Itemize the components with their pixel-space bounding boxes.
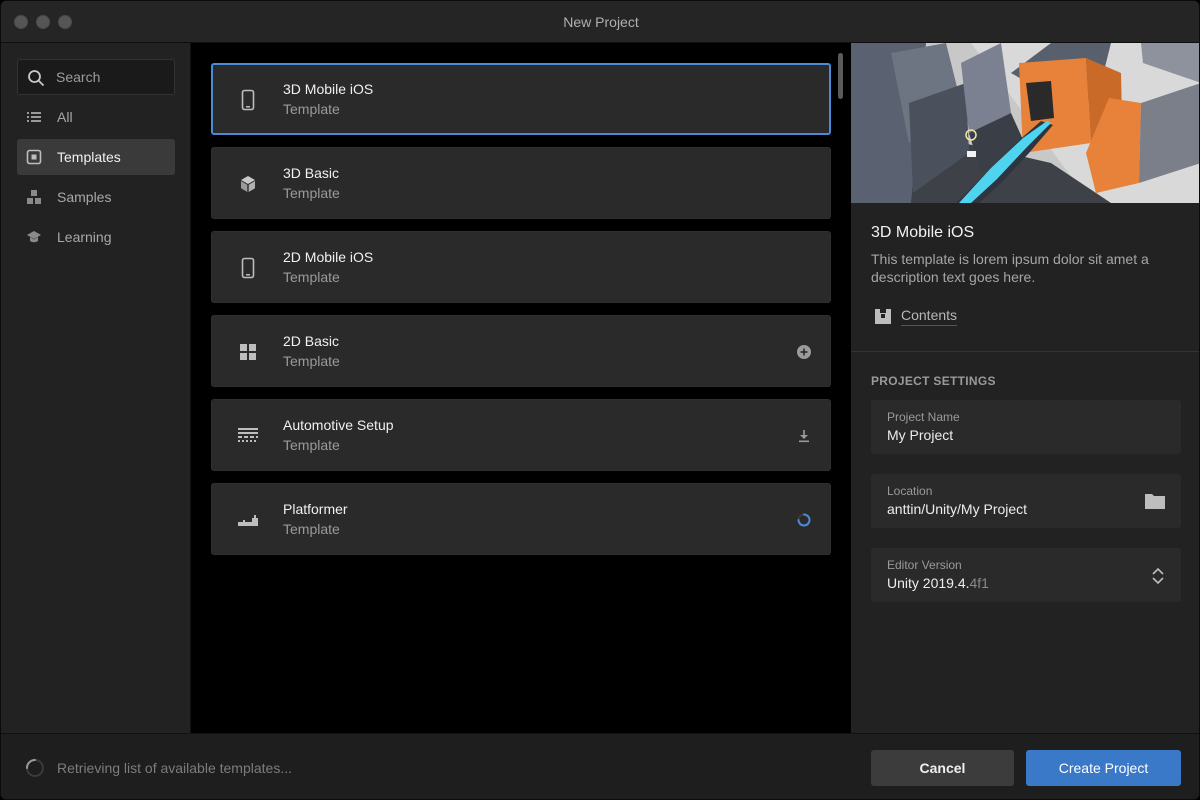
- create-project-button[interactable]: Create Project: [1026, 750, 1181, 786]
- cube-icon: [241, 176, 255, 192]
- download-icon[interactable]: [796, 428, 812, 444]
- sidebar-item-label: Templates: [57, 149, 121, 165]
- template-name: 2D Basic: [283, 333, 340, 349]
- template-type: Template: [283, 353, 340, 369]
- location-field[interactable]: Location anttin/Unity/My Project: [871, 474, 1181, 528]
- template-card-automotive-setup[interactable]: Automotive Setup Template: [211, 399, 831, 471]
- samples-icon: [27, 190, 41, 204]
- sidebar-item-label: Samples: [57, 189, 112, 205]
- search-box[interactable]: [17, 59, 175, 95]
- template-card-2d-basic[interactable]: 2D Basic Template: [211, 315, 831, 387]
- template-card-2d-mobile-ios[interactable]: 2D Mobile iOS Template: [211, 231, 831, 303]
- template-name: Automotive Setup: [283, 417, 394, 433]
- template-type: Template: [283, 269, 340, 285]
- editor-version-value: Unity 2019.4.4f1: [887, 575, 989, 591]
- project-name-field[interactable]: Project Name My Project: [871, 400, 1181, 454]
- divider: [851, 351, 1199, 352]
- contents-label: Contents: [901, 307, 958, 326]
- editor-version-select[interactable]: Editor Version Unity 2019.4.4f1: [871, 548, 1181, 602]
- location-label: Location: [887, 484, 933, 498]
- sidebar-item-all[interactable]: All: [17, 99, 175, 135]
- status-text: Retrieving list of available templates..…: [57, 760, 292, 776]
- search-input[interactable]: [56, 67, 166, 87]
- template-icon: [26, 149, 42, 165]
- editor-version-label: Editor Version: [887, 558, 962, 572]
- sidebar-item-label: Learning: [57, 229, 112, 245]
- sidebar-item-templates[interactable]: Templates: [17, 139, 175, 175]
- template-name: 2D Mobile iOS: [283, 249, 374, 265]
- sidebar: All Templates Samples Learning: [1, 43, 191, 733]
- window-title: New Project: [563, 14, 639, 30]
- template-name: 3D Basic: [283, 165, 340, 181]
- sidebar-item-samples[interactable]: Samples: [17, 179, 175, 215]
- template-list[interactable]: 3D Mobile iOS Template 3D Basic Template…: [191, 43, 851, 733]
- template-name: 3D Mobile iOS: [283, 81, 374, 97]
- template-detail-panel: 3D Mobile iOS This template is lorem ips…: [851, 43, 1199, 733]
- project-name-value[interactable]: My Project: [887, 427, 953, 443]
- new-project-window: New Project All Templates Samples Learni…: [0, 0, 1200, 800]
- chevron-up-down-icon[interactable]: [1151, 566, 1165, 586]
- phone-icon: [241, 89, 255, 111]
- loading-spinner-icon: [797, 513, 811, 527]
- project-name-label: Project Name: [887, 410, 960, 424]
- template-type: Template: [283, 521, 340, 537]
- template-card-3d-basic[interactable]: 3D Basic Template: [211, 147, 831, 219]
- package-icon: [875, 309, 891, 324]
- project-settings-heading: PROJECT SETTINGS: [871, 374, 996, 388]
- location-value[interactable]: anttin/Unity/My Project: [887, 501, 1027, 517]
- search-icon: [28, 70, 44, 86]
- road-icon: [238, 428, 258, 442]
- title-bar: New Project: [1, 1, 1199, 43]
- template-type: Template: [283, 185, 340, 201]
- sidebar-item-learning[interactable]: Learning: [17, 219, 175, 255]
- graduation-cap-icon: [27, 231, 41, 243]
- template-description: This template is lorem ipsum dolor sit a…: [871, 251, 1149, 285]
- editor-version-main: Unity 2019.4.: [887, 575, 970, 591]
- template-title: 3D Mobile iOS: [871, 224, 975, 241]
- scrollbar-thumb[interactable]: [838, 53, 843, 99]
- sidebar-item-label: All: [57, 109, 73, 125]
- template-preview-image: [851, 43, 1199, 203]
- template-type: Template: [283, 101, 340, 117]
- phone-icon: [241, 257, 255, 279]
- footer: Retrieving list of available templates..…: [1, 733, 1199, 799]
- add-circle-icon[interactable]: [796, 344, 812, 360]
- editor-version-suffix: 4f1: [969, 575, 989, 591]
- template-type: Template: [283, 437, 340, 453]
- list-icon: [27, 112, 41, 122]
- loading-spinner-icon: [26, 759, 44, 777]
- template-name: Platformer: [283, 501, 348, 517]
- template-card-3d-mobile-ios[interactable]: 3D Mobile iOS Template: [211, 63, 831, 135]
- cancel-button[interactable]: Cancel: [871, 750, 1014, 786]
- folder-icon[interactable]: [1145, 492, 1165, 510]
- grid-icon: [240, 344, 256, 360]
- platform-icon: [238, 515, 258, 526]
- template-card-platformer[interactable]: Platformer Template: [211, 483, 831, 555]
